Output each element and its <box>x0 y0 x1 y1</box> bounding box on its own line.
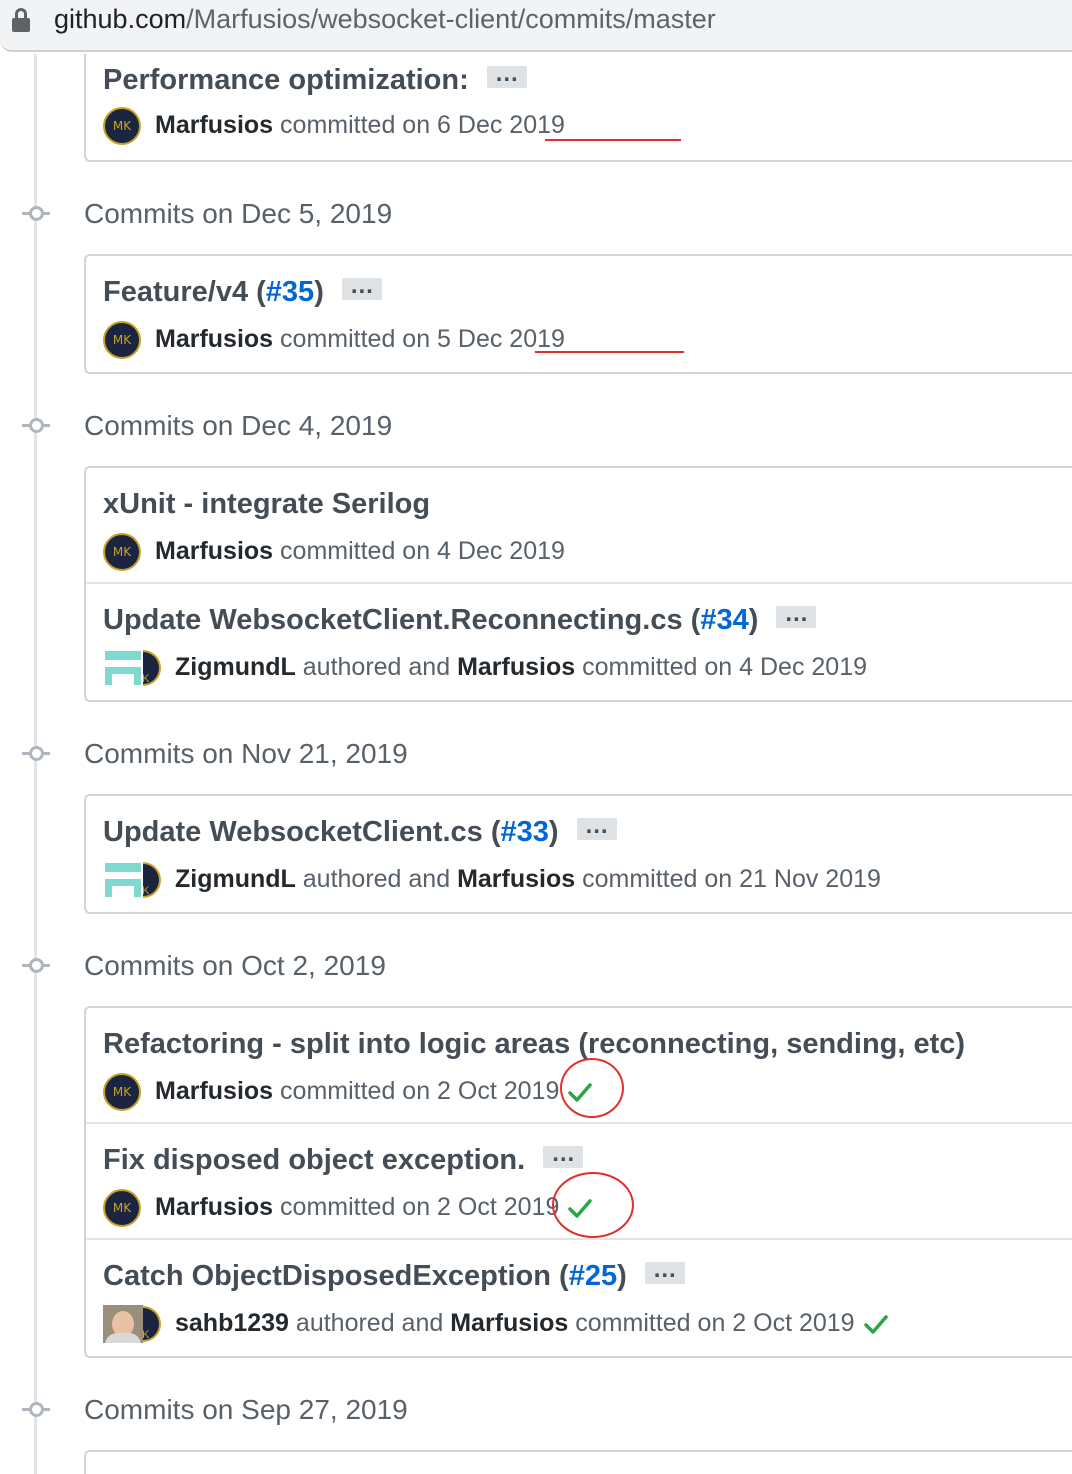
avatar-pair[interactable]: K <box>103 861 163 900</box>
committer-link[interactable]: Marfusios <box>155 537 273 565</box>
authored-text: authored and <box>302 653 451 681</box>
committed-date: committed on 21 Nov 2019 <box>582 865 881 893</box>
address-bar[interactable]: github.com/Marfusios/websocket-client/co… <box>0 0 1072 52</box>
expand-message-button[interactable]: … <box>776 600 817 629</box>
commit-meta: MK Marfusios committed on 6 Dec 2019 <box>103 106 565 146</box>
author-link[interactable]: sahb1239 <box>175 1309 289 1337</box>
commit-item: Update WebsocketClient.Reconnecting.cs (… <box>86 584 1072 700</box>
commit-meta: MK Marfusios committed on 2 Oct 2019 <box>103 1072 593 1112</box>
date-group-header: Commits on Dec 4, 2019 <box>0 406 1072 446</box>
committed-date: committed on 2 Oct 2019 <box>280 1077 560 1105</box>
avatar[interactable]: MK <box>103 533 141 572</box>
committed-date: committed on 5 Dec 2019 <box>280 325 565 353</box>
commit-title[interactable]: Fix disposed object exception.… <box>103 1140 584 1178</box>
expand-message-button[interactable]: … <box>576 812 617 841</box>
avatar[interactable]: MK <box>103 321 141 360</box>
annotation-circle <box>552 1172 634 1238</box>
committer-link[interactable]: Marfusios <box>155 1193 273 1221</box>
commit-meta: Ksahb1239 authored and Marfusios committ… <box>103 1304 889 1344</box>
commit-node-icon <box>22 958 50 974</box>
ellipsis-icon: … <box>551 1140 576 1168</box>
commit-meta: MK Marfusios committed on 5 Dec 2019 <box>103 320 565 360</box>
commit-item: xUnit - integrate Serilog MK Marfusios co… <box>86 468 1072 584</box>
avatar[interactable]: MK <box>103 1073 141 1112</box>
date-group-header: Commits on Dec 5, 2019 <box>0 194 1072 234</box>
committer-link[interactable]: Marfusios <box>457 865 575 893</box>
author-link[interactable]: ZigmundL <box>175 865 296 893</box>
commit-item: Catch ObjectDisposedException (#25)… Ksa… <box>86 1240 1072 1356</box>
avatar-pair[interactable]: K <box>103 649 163 688</box>
commit-title[interactable]: Feature/v4 (#35)… <box>103 272 382 310</box>
expand-message-button[interactable]: … <box>644 1256 685 1285</box>
avatar-pair[interactable]: K <box>103 1305 163 1344</box>
url-host: github.com <box>54 4 187 34</box>
author-link[interactable]: ZigmundL <box>175 653 296 681</box>
ellipsis-icon: … <box>784 600 809 628</box>
ellipsis-icon: … <box>494 60 519 88</box>
commit-group-box <box>84 1450 1072 1474</box>
commit-title[interactable]: Update WebsocketClient.cs (#33)… <box>103 812 617 850</box>
date-group-label: Commits on Sep 27, 2019 <box>84 1394 408 1425</box>
annotation-circle <box>560 1058 624 1118</box>
date-group-label: Commits on Oct 2, 2019 <box>84 950 386 981</box>
commit-item: Feature/v4 (#35)… MK Marfusios committed … <box>86 256 1072 372</box>
commit-node-icon <box>22 746 50 762</box>
commit-title[interactable]: Performance optimization:… <box>103 60 527 98</box>
expand-message-button[interactable]: … <box>543 1140 584 1169</box>
committed-date: committed on 2 Oct 2019 <box>280 1193 560 1221</box>
date-group-label: Commits on Nov 21, 2019 <box>84 738 408 769</box>
commit-item: Update WebsocketClient.cs (#33)… K Zigmun… <box>86 796 1072 912</box>
committed-date: committed on 4 Dec 2019 <box>280 537 565 565</box>
url-path: /Marfusios/websocket-client/commits/mast… <box>186 4 716 34</box>
committer-link[interactable]: Marfusios <box>450 1309 568 1337</box>
commit-title[interactable]: Catch ObjectDisposedException (#25)… <box>103 1256 685 1294</box>
commit-title[interactable]: Update WebsocketClient.Reconnecting.cs (… <box>103 600 817 638</box>
annotation-underline <box>545 139 681 141</box>
url-text[interactable]: github.com/Marfusios/websocket-client/co… <box>54 2 716 36</box>
date-group-label: Commits on Dec 4, 2019 <box>84 410 393 441</box>
avatar[interactable]: MK <box>103 1189 141 1228</box>
annotation-underline <box>535 351 684 353</box>
expand-message-button[interactable]: … <box>486 60 527 89</box>
commit-title[interactable]: Refactoring - split into logic areas (re… <box>103 1026 965 1062</box>
avatar[interactable]: MK <box>103 107 141 146</box>
pr-link[interactable]: #25 <box>569 1260 617 1292</box>
commit-meta: K ZigmundL authored and Marfusios committ… <box>103 648 867 688</box>
committed-date: committed on 6 Dec 2019 <box>280 111 565 139</box>
commit-group-box: Update WebsocketClient.cs (#33)… K Zigmun… <box>84 794 1072 914</box>
commit-group-box: xUnit - integrate Serilog MK Marfusios co… <box>84 466 1072 702</box>
commit-meta: MK Marfusios committed on 4 Dec 2019 <box>103 532 565 572</box>
commit-title[interactable]: xUnit - integrate Serilog <box>103 486 430 522</box>
commit-node-icon <box>22 418 50 434</box>
date-group-label: Commits on Dec 5, 2019 <box>84 198 393 229</box>
committer-link[interactable]: Marfusios <box>155 325 273 353</box>
committer-link[interactable]: Marfusios <box>155 111 273 139</box>
committed-date: committed on 4 Dec 2019 <box>582 653 868 681</box>
commit-group-box: Performance optimization:… MK Marfusios c… <box>84 54 1072 162</box>
commit-item: Performance optimization:… MK Marfusios c… <box>86 54 1072 160</box>
commit-meta: MK Marfusios committed on 2 Oct 2019 <box>103 1188 593 1228</box>
ellipsis-icon: … <box>349 272 374 300</box>
commit-group-box: Feature/v4 (#35)… MK Marfusios committed … <box>84 254 1072 374</box>
date-group-header: Commits on Oct 2, 2019 <box>0 946 1072 986</box>
commit-node-icon <box>22 206 50 222</box>
date-group-header: Commits on Nov 21, 2019 <box>0 734 1072 774</box>
commit-meta: K ZigmundL authored and Marfusios committ… <box>103 860 881 900</box>
date-group-header: Commits on Sep 27, 2019 <box>0 1390 1072 1430</box>
authored-text: authored and <box>295 1309 444 1337</box>
ellipsis-icon: … <box>584 812 609 840</box>
committed-date: committed on 2 Oct 2019 <box>575 1309 855 1337</box>
commit-node-icon <box>22 1402 50 1418</box>
pr-link[interactable]: #35 <box>266 276 314 308</box>
committer-link[interactable]: Marfusios <box>155 1077 273 1105</box>
pr-link[interactable]: #33 <box>501 816 549 848</box>
check-icon[interactable] <box>863 1313 889 1335</box>
expand-message-button[interactable]: … <box>341 272 382 301</box>
ellipsis-icon: … <box>652 1256 677 1284</box>
pr-link[interactable]: #34 <box>700 604 748 636</box>
authored-text: authored and <box>302 865 451 893</box>
committer-link[interactable]: Marfusios <box>457 653 575 681</box>
lock-icon <box>12 8 30 32</box>
